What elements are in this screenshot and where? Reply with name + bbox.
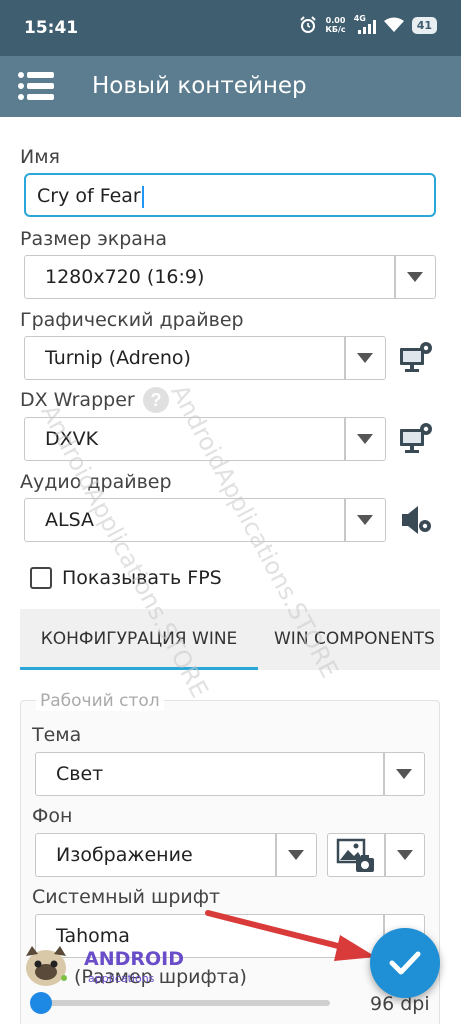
alarm-icon — [300, 16, 317, 33]
gpu-driver-select[interactable]: Turnip (Adreno) — [24, 336, 386, 380]
font-size-slider-track[interactable] — [40, 1000, 330, 1006]
chevron-down-icon — [288, 850, 304, 860]
show-fps-label[interactable]: Показывать FPS — [62, 567, 222, 589]
text-cursor — [141, 185, 144, 208]
watermark-pug-logo — [26, 946, 67, 986]
chevron-down-icon — [407, 272, 423, 282]
screen-size-label: Размер экрана — [20, 228, 167, 250]
theme-label: Тема — [32, 724, 82, 746]
image-camera-icon — [336, 838, 374, 872]
background-image-picker[interactable] — [327, 833, 425, 877]
dx-wrapper-value: DXVK — [45, 428, 99, 450]
chevron-down-icon — [357, 515, 373, 525]
background-label: Фон — [32, 805, 73, 827]
desktop-group-legend: Рабочий стол — [36, 691, 164, 711]
status-time: 15:41 — [24, 18, 79, 38]
gpu-driver-label: Графический драйвер — [20, 309, 244, 331]
watermark-brand: ANDROID — [84, 948, 185, 970]
config-tabs: КОНФИГУРАЦИЯ WINE WIN COMPONENTS — [20, 609, 440, 670]
font-size-slider-thumb[interactable] — [30, 992, 52, 1014]
name-value: Cry of Fear — [37, 185, 141, 207]
theme-value: Свет — [56, 763, 104, 785]
chevron-down-icon — [396, 769, 412, 779]
net-speed: 0.00 КБ/с — [325, 16, 346, 34]
audio-settings-icon[interactable] — [398, 502, 434, 538]
cell-signal-icon: 4G — [354, 14, 376, 34]
audio-driver-label: Аудио драйвер — [20, 471, 172, 493]
wifi-icon — [383, 17, 404, 32]
chevron-down-icon — [357, 434, 373, 444]
status-icons: 0.00 КБ/с 4G 41 — [299, 14, 437, 34]
gpu-settings-icon[interactable] — [398, 340, 434, 376]
app-bar: Новый контейнер — [0, 56, 461, 117]
chevron-down-icon — [397, 850, 413, 860]
status-bar: 15:41 0.00 КБ/с 4G 41 — [0, 0, 461, 56]
gpu-driver-value: Turnip (Adreno) — [45, 347, 191, 369]
checkmark-icon — [389, 951, 421, 975]
chevron-down-icon — [357, 353, 373, 363]
tab-win-components[interactable]: WIN COMPONENTS — [274, 609, 435, 670]
name-label: Имя — [20, 146, 60, 168]
dx-settings-icon[interactable] — [398, 421, 434, 457]
tab-wine-config[interactable]: КОНФИГУРАЦИЯ WINE — [20, 609, 258, 670]
audio-driver-value: ALSA — [45, 509, 94, 531]
battery-indicator: 41 — [411, 16, 437, 34]
menu-icon[interactable] — [18, 70, 54, 102]
background-select[interactable]: Изображение — [35, 833, 317, 877]
confirm-button[interactable] — [370, 928, 440, 998]
dx-wrapper-select[interactable]: DXVK — [24, 417, 386, 461]
dx-wrapper-label: DX Wrapper — [20, 389, 135, 411]
screen-size-select[interactable]: 1280x720 (16:9) — [24, 255, 436, 299]
show-fps-checkbox[interactable] — [30, 567, 52, 589]
page-title: Новый контейнер — [92, 73, 307, 99]
watermark-sub: applications — [88, 972, 155, 985]
name-input[interactable]: Cry of Fear — [24, 173, 436, 217]
help-icon[interactable]: ? — [143, 387, 169, 413]
theme-select[interactable]: Свет — [35, 752, 425, 796]
background-value: Изображение — [56, 844, 193, 866]
system-font-label: Системный шрифт — [32, 886, 221, 908]
audio-driver-select[interactable]: ALSA — [24, 498, 386, 542]
screen-size-value: 1280x720 (16:9) — [45, 266, 205, 288]
